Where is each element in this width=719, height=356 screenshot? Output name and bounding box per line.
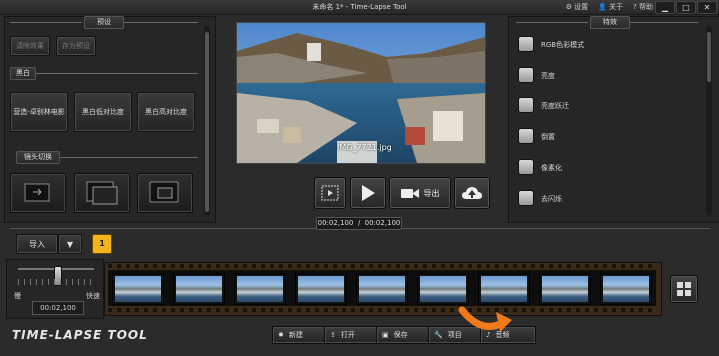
- slide-transition-icon: [24, 183, 50, 202]
- filmstrip-frame[interactable]: [539, 273, 591, 305]
- save-preset-button[interactable]: 存为预设: [56, 36, 96, 56]
- guide-arrow-icon: [458, 306, 512, 332]
- filmstrip-frame[interactable]: [600, 273, 652, 305]
- speed-slow-label: 慢: [14, 292, 21, 300]
- preset-scrollbar[interactable]: [204, 26, 210, 216]
- filmstrip-frame[interactable]: [356, 273, 408, 305]
- bw-chaplin-button[interactable]: 营造-卓别林电影: [10, 92, 68, 132]
- grid-view-button[interactable]: [670, 275, 698, 303]
- preview-filename: IMG_7721.jpg: [337, 143, 392, 152]
- scrollbar-thumb[interactable]: [205, 32, 209, 212]
- gear-icon: ⚙: [565, 3, 572, 11]
- import-dropdown-button[interactable]: ▼: [58, 234, 82, 254]
- transition-zoom-button[interactable]: [137, 173, 193, 213]
- fullscreen-preview-button[interactable]: [314, 177, 346, 209]
- play-icon: [362, 185, 375, 201]
- video-camera-icon: [400, 189, 419, 198]
- transition-corner-button[interactable]: [74, 173, 130, 213]
- effect-label: 像素化: [541, 164, 562, 172]
- effect-label: 亮度跃迁: [541, 102, 569, 110]
- sprocket-holes-top: [108, 264, 656, 268]
- frame-thumbnail: [237, 276, 283, 302]
- effect-toggle[interactable]: [518, 67, 534, 83]
- filmstrip-frame[interactable]: [295, 273, 347, 305]
- effect-toggle[interactable]: [518, 190, 534, 206]
- help-icon: ?: [633, 3, 637, 11]
- about-link[interactable]: 👤 关于: [598, 2, 623, 12]
- transition-slide-button[interactable]: [10, 173, 66, 213]
- bw-low-contrast-button[interactable]: 黑白低对比度: [74, 92, 132, 132]
- preview-image: [237, 23, 485, 163]
- divider: [124, 22, 198, 23]
- sparkle-icon: ✸: [278, 331, 284, 339]
- speed-fast-label: 快速: [86, 292, 100, 300]
- effects-panel: [508, 16, 719, 223]
- preview-frame: IMG_7721.jpg: [236, 22, 486, 164]
- help-link[interactable]: ? 帮助: [633, 2, 653, 12]
- maximize-button[interactable]: □: [676, 1, 696, 14]
- effect-label: 亮度: [541, 72, 555, 80]
- frame-thumbnail: [481, 276, 527, 302]
- corner-transition-icon: [86, 181, 118, 205]
- effect-toggle[interactable]: [518, 159, 534, 175]
- effect-label: 倒置: [541, 133, 555, 141]
- upload-button[interactable]: [454, 177, 490, 209]
- divider: [630, 22, 698, 23]
- effect-toggle[interactable]: [518, 36, 534, 52]
- wrench-icon: 🔧: [434, 331, 443, 339]
- settings-link[interactable]: ⚙ 设置: [566, 2, 589, 12]
- divider: [516, 22, 588, 23]
- bw-high-contrast-button[interactable]: 黑白高对比度: [137, 92, 195, 132]
- frame-thumbnail: [603, 276, 649, 302]
- frame-thumbnail: [115, 276, 161, 302]
- open-button[interactable]: ⇪ 打开: [324, 326, 380, 344]
- effect-toggle[interactable]: [518, 97, 534, 113]
- user-icon: 👤: [598, 3, 607, 11]
- zoom-transition-icon: [149, 181, 179, 203]
- frame-thumbnail: [298, 276, 344, 302]
- frame-duration-field[interactable]: 00:02,100: [32, 301, 84, 315]
- export-button[interactable]: 导出: [389, 177, 451, 209]
- frame-count-badge: 1: [92, 234, 112, 254]
- frame-thumbnail: [176, 276, 222, 302]
- frame-thumbnail: [420, 276, 466, 302]
- clear-effects-button[interactable]: 清除效果: [10, 36, 50, 56]
- upload-arrow-icon: ⇪: [330, 331, 336, 339]
- effect-label: 去闪烁: [541, 195, 562, 203]
- presets-header: 预设: [84, 16, 124, 29]
- effects-header: 特效: [590, 16, 630, 29]
- effect-label: RGB色彩模式: [541, 41, 585, 49]
- frame-thumbnail: [542, 276, 588, 302]
- floppy-icon: ▣: [382, 331, 389, 339]
- filmstrip-frame[interactable]: [234, 273, 286, 305]
- close-button[interactable]: ✕: [697, 1, 717, 14]
- title-links: ⚙ 设置 👤 关于 ? 帮助: [566, 2, 653, 12]
- filmstrip-frame[interactable]: [173, 273, 225, 305]
- cloud-upload-icon: [462, 187, 482, 199]
- play-button[interactable]: [350, 177, 386, 209]
- import-button[interactable]: 导入: [16, 234, 58, 254]
- timecode-display: 00:02,100 / 00:02,100: [316, 217, 402, 230]
- divider: [60, 157, 198, 158]
- save-button[interactable]: ▣ 保存: [376, 326, 432, 344]
- filmstrip-frame[interactable]: [112, 273, 164, 305]
- grid-icon: [677, 282, 691, 296]
- speed-slider-ticks: [18, 279, 94, 285]
- frame-thumbnail: [359, 276, 405, 302]
- new-button[interactable]: ✸ 新建: [272, 326, 328, 344]
- effects-scrollbar[interactable]: [706, 26, 712, 216]
- scrollbar-thumb[interactable]: [707, 32, 711, 82]
- lens-switch-header: 镜头切换: [16, 151, 60, 164]
- effect-toggle[interactable]: [518, 128, 534, 144]
- minimize-button[interactable]: ▁: [655, 1, 675, 14]
- bw-header: 黑白: [10, 67, 36, 80]
- sprocket-holes-bottom: [108, 308, 656, 312]
- preview-frame-icon: [321, 185, 339, 201]
- divider: [36, 73, 198, 74]
- divider: [10, 22, 82, 23]
- app-logo: TIME-LAPSE TOOL: [12, 328, 148, 342]
